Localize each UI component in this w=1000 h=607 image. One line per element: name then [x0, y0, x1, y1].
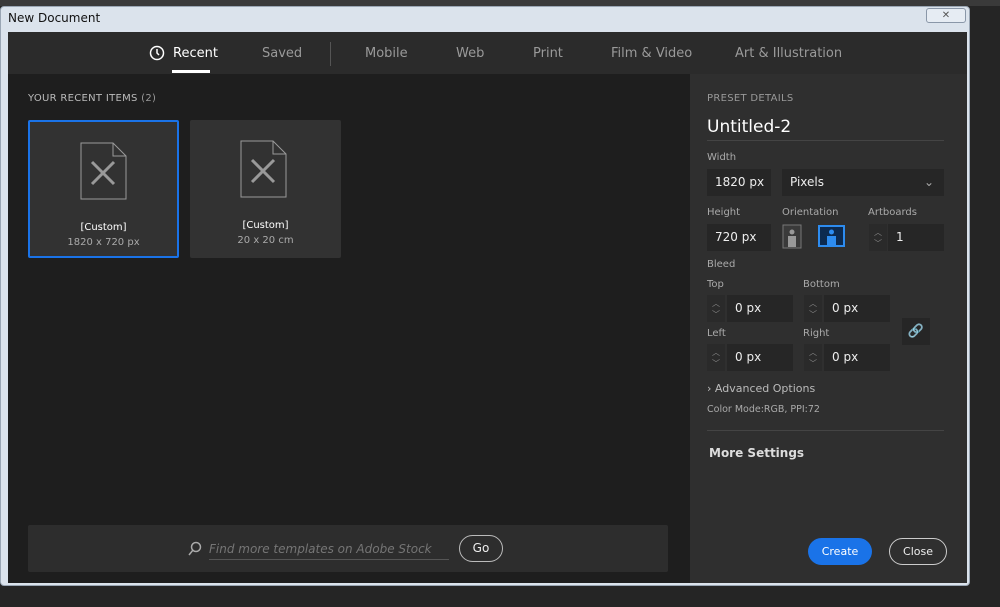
units-value: Pixels	[790, 175, 825, 189]
recent-heading-text: YOUR RECENT ITEMS	[28, 93, 138, 104]
go-button[interactable]: Go	[459, 535, 503, 562]
tab-film-video[interactable]: Film & Video	[611, 46, 692, 61]
recent-count: (2)	[141, 93, 157, 104]
close-button[interactable]: Close	[889, 538, 947, 565]
top-label: Top	[707, 279, 724, 290]
color-mode-info: Color Mode:RGB, PPI:72	[707, 404, 820, 415]
close-icon: ✕	[941, 10, 951, 21]
document-name-input[interactable]: Untitled-2	[707, 117, 944, 141]
create-button[interactable]: Create	[808, 538, 872, 565]
tab-art-illustration[interactable]: Art & Illustration	[735, 46, 842, 61]
tab-divider	[330, 42, 331, 66]
units-select[interactable]: Pixels ⌄	[782, 169, 944, 196]
search-icon	[188, 541, 202, 556]
stock-search-input[interactable]	[209, 538, 449, 560]
right-stepper[interactable]: ︿ ﹀	[804, 344, 822, 371]
bottom-stepper[interactable]: ︿ ﹀	[804, 295, 822, 322]
tab-print[interactable]: Print	[533, 46, 563, 61]
left-label: Left	[707, 328, 726, 339]
top-stepper[interactable]: ︿ ﹀	[707, 295, 725, 322]
preset-heading: PRESET DETAILS	[707, 93, 794, 104]
bleed-bottom-input[interactable]: 0 px	[824, 295, 890, 322]
chevron-right-icon: ›	[707, 382, 712, 395]
advanced-options-label: Advanced Options	[714, 382, 816, 395]
portrait-orientation-icon[interactable]	[782, 224, 802, 249]
item-size: 1820 x 720 px	[67, 237, 140, 248]
link-icon: 🔗	[907, 324, 925, 339]
height-label: Height	[707, 207, 741, 218]
recent-heading: YOUR RECENT ITEMS (2)	[28, 93, 156, 104]
artboards-stepper[interactable]: ︿ ﹀	[869, 224, 887, 251]
bleed-left-input[interactable]: 0 px	[727, 344, 793, 371]
height-input[interactable]: 720 px	[707, 224, 771, 251]
width-input[interactable]: 1820 px	[707, 169, 771, 196]
recent-item[interactable]: [Custom] 20 x 20 cm	[190, 120, 341, 258]
close-window-button[interactable]: ✕	[926, 8, 966, 23]
bleed-right-input[interactable]: 0 px	[824, 344, 890, 371]
tab-mobile[interactable]: Mobile	[365, 46, 408, 61]
more-settings-button[interactable]: More Settings	[709, 446, 804, 460]
item-name: [Custom]	[80, 222, 127, 233]
bleed-top-input[interactable]: 0 px	[727, 295, 793, 322]
window-title: New Document	[8, 11, 101, 25]
item-name: [Custom]	[242, 220, 289, 231]
width-label: Width	[707, 152, 737, 163]
advanced-options-toggle[interactable]: › Advanced Options	[707, 382, 815, 395]
right-label: Right	[803, 328, 830, 339]
bottom-label: Bottom	[803, 279, 840, 290]
landscape-orientation-icon[interactable]	[818, 225, 845, 247]
recent-item[interactable]: [Custom] 1820 x 720 px	[28, 120, 179, 258]
tab-saved[interactable]: Saved	[262, 46, 302, 61]
orientation-label: Orientation	[782, 207, 839, 218]
item-size: 20 x 20 cm	[237, 235, 294, 246]
artboards-label: Artboards	[868, 207, 917, 218]
divider	[707, 430, 944, 431]
artboards-input[interactable]: 1	[888, 224, 944, 251]
tab-web[interactable]: Web	[456, 46, 484, 61]
document-icon	[240, 140, 287, 198]
document-icon	[80, 142, 127, 200]
tab-recent[interactable]: Recent	[173, 46, 218, 61]
active-tab-indicator	[172, 70, 210, 73]
link-bleed-button[interactable]: 🔗	[902, 318, 930, 345]
bleed-label: Bleed	[707, 259, 736, 270]
clock-icon	[149, 45, 165, 61]
chevron-down-icon: ⌄	[923, 175, 934, 189]
left-stepper[interactable]: ︿ ﹀	[707, 344, 725, 371]
